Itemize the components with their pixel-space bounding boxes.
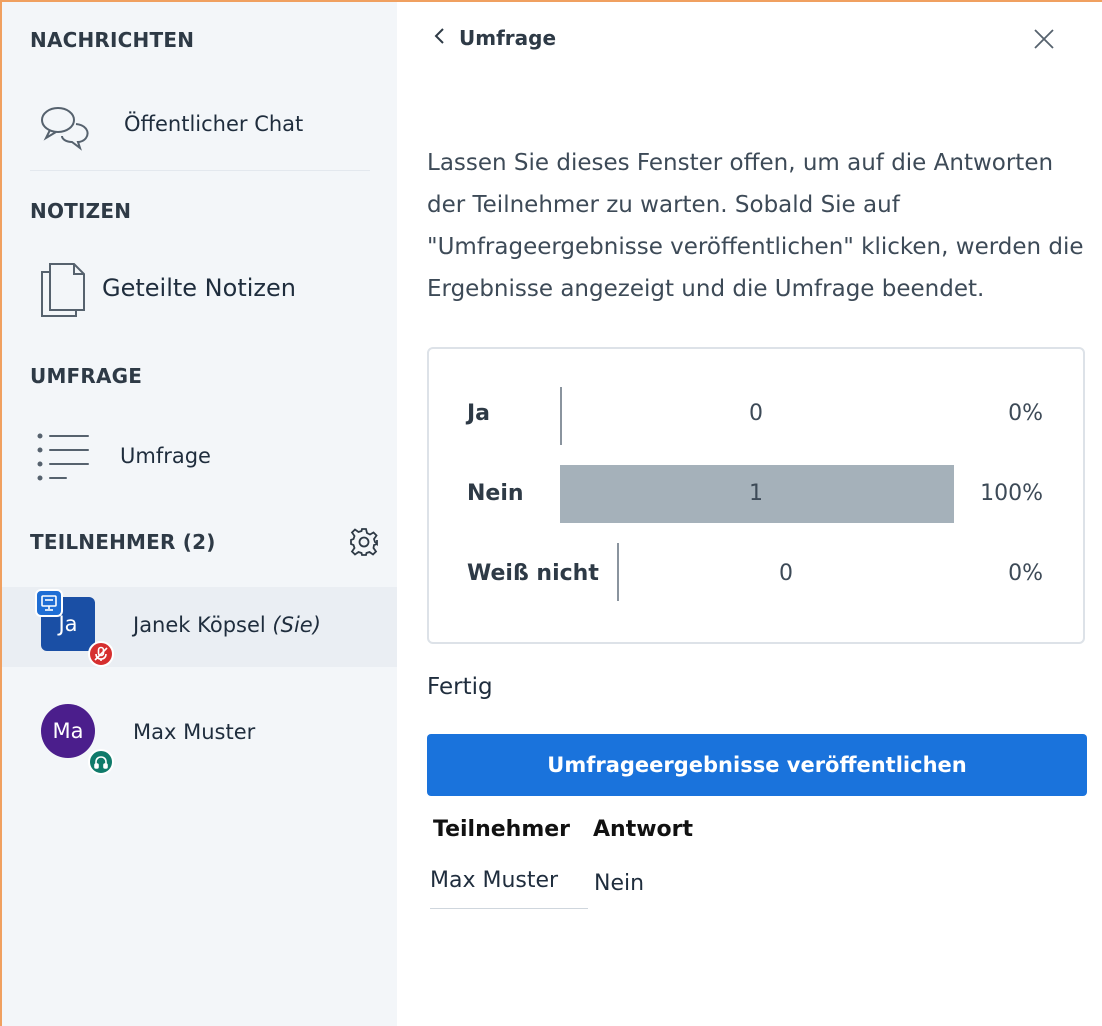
- back-button[interactable]: Umfrage: [433, 26, 556, 50]
- result-label: Nein: [467, 481, 524, 506]
- table-header-participant: Teilnehmer: [433, 817, 571, 842]
- publish-results-button[interactable]: Umfrageergebnisse veröffentlichen: [427, 734, 1087, 796]
- poll-status: Fertig: [427, 674, 493, 700]
- muted-mic-icon: [88, 641, 114, 667]
- table-row-divider: [430, 908, 588, 909]
- sidebar-item-label: Umfrage: [120, 444, 211, 468]
- notes-section-title: NOTIZEN: [30, 199, 132, 223]
- result-percent: 0%: [1008, 401, 1043, 426]
- result-bar: [617, 543, 619, 601]
- list-icon: [36, 430, 92, 482]
- table-cell-participant: Max Muster: [430, 868, 559, 893]
- result-label: Ja: [467, 401, 491, 426]
- result-percent: 100%: [980, 481, 1043, 506]
- participant-row[interactable]: Ma Max Muster: [2, 692, 397, 775]
- sidebar-item-label: Geteilte Notizen: [102, 274, 296, 302]
- participant-name: Max Muster: [133, 720, 256, 744]
- chevron-left-icon: [433, 26, 445, 50]
- participant-name-text: Janek Köpsel: [133, 613, 266, 637]
- result-percent: 0%: [1008, 561, 1043, 586]
- headphones-icon: [88, 749, 114, 775]
- avatar: Ma: [41, 704, 95, 758]
- participant-self-tag: (Sie): [272, 613, 321, 637]
- sidebar-item-shared-notes[interactable]: Geteilte Notizen: [2, 250, 397, 330]
- result-bar: [560, 387, 562, 445]
- participants-section-title: TEILNEHMER (2): [30, 530, 216, 554]
- poll-results: Ja 0 0% Nein 1 100% Weiß nicht 0 0%: [427, 347, 1085, 644]
- sidebar-item-public-chat[interactable]: Öffentlicher Chat: [2, 90, 397, 170]
- divider: [30, 170, 370, 171]
- poll-panel: Umfrage Lassen Sie dieses Fenster offen,…: [397, 2, 1102, 1026]
- panel-title: Umfrage: [459, 26, 557, 50]
- poll-instructions: Lassen Sie dieses Fenster offen, um auf …: [427, 150, 1084, 302]
- sidebar: NACHRICHTEN Öffentlicher Chat NOTIZEN Ge…: [2, 2, 397, 1026]
- avatar-initials: Ja: [58, 612, 78, 636]
- result-count: 0: [779, 561, 793, 586]
- result-label: Weiß nicht: [467, 561, 599, 586]
- participant-name: Janek Köpsel (Sie): [133, 613, 321, 637]
- sidebar-item-poll[interactable]: Umfrage: [2, 420, 397, 496]
- sidebar-item-label: Öffentlicher Chat: [124, 112, 304, 136]
- messages-section-title: NACHRICHTEN: [30, 28, 195, 52]
- presenter-icon: [35, 589, 63, 617]
- result-count: 1: [749, 481, 763, 506]
- participant-row[interactable]: Ja Janek Köpsel (Sie): [2, 587, 397, 667]
- table-header-answer: Antwort: [593, 817, 694, 842]
- document-icon: [40, 260, 86, 318]
- close-icon[interactable]: [1033, 28, 1055, 50]
- avatar-initials: Ma: [52, 719, 84, 743]
- table-cell-answer: Nein: [594, 871, 645, 896]
- chat-icon: [38, 102, 94, 152]
- result-count: 0: [749, 401, 763, 426]
- poll-section-title: UMFRAGE: [30, 364, 143, 388]
- gear-icon[interactable]: [349, 527, 379, 557]
